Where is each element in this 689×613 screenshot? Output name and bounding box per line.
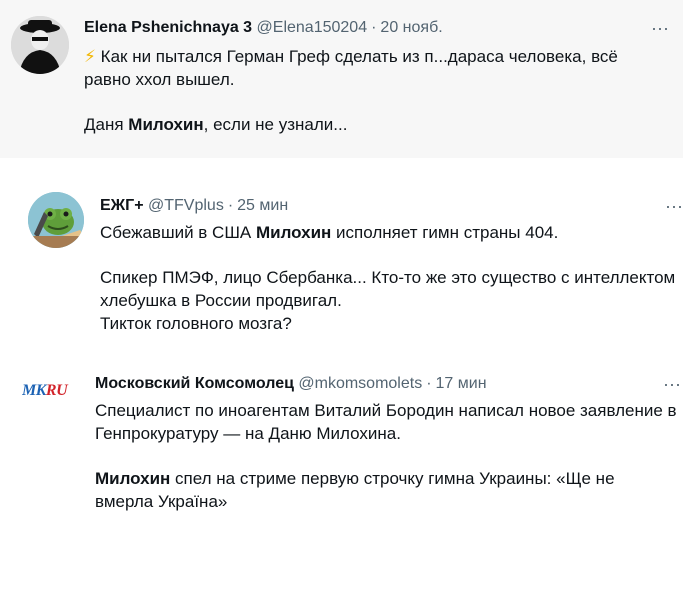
frog-avatar-icon <box>28 192 84 248</box>
author-handle[interactable]: @TFVplus <box>148 197 224 214</box>
tweet-header: ЕЖГ+ @TFVplus · 25 мин <box>100 196 288 216</box>
tweet-1[interactable]: Elena Pshenichnaya 3 @Elena150204 · 20 ноя… <box>0 0 683 158</box>
tweet-text: Сбежавший в США Милохин исполняет гимн с… <box>100 221 689 335</box>
author-handle[interactable]: @mkomsomolets <box>298 375 422 392</box>
tweet-text-part: , если не узнали... <box>203 115 348 134</box>
highlighted-keyword: Милохин <box>95 469 171 488</box>
mk-logo-icon: MKRU <box>22 382 68 399</box>
author-name[interactable]: Московский Комсомолец <box>95 375 294 392</box>
author-name[interactable]: Elena Pshenichnaya 3 <box>84 19 252 36</box>
tweet-3[interactable]: MKRU Московский Комсомолец @mkomsomolets… <box>0 360 689 550</box>
timestamp[interactable]: 25 мин <box>237 197 288 214</box>
tweet-line: равно ххол вышел. <box>84 70 235 89</box>
separator-dot: · <box>371 19 377 36</box>
tweet-header: Московский Комсомолец @mkomsomolets · 17 м… <box>95 374 487 394</box>
timestamp[interactable]: 20 нояб. <box>380 19 442 36</box>
tweet-2[interactable]: ЕЖГ+ @TFVplus · 25 мин ··· Сбежавший в США… <box>0 180 689 350</box>
highlighted-keyword: Милохин <box>255 223 332 242</box>
author-name[interactable]: ЕЖГ+ <box>100 197 144 214</box>
separator-dot: · <box>426 375 432 392</box>
tweet-line: хлебушка в России продвигал. <box>100 291 342 310</box>
more-options-icon[interactable]: ··· <box>650 18 670 38</box>
tweet-line: вмерла Україна» <box>95 492 228 511</box>
more-options-icon[interactable]: ··· <box>664 196 684 216</box>
tweet-text-part: Даня <box>84 115 129 134</box>
separator-dot: · <box>227 197 234 214</box>
author-handle[interactable]: @Elena150204 <box>257 19 368 36</box>
tweet-text-part: исполняет гимн страны 404. <box>331 223 559 242</box>
avatar[interactable] <box>28 192 84 248</box>
tweet-header: Elena Pshenichnaya 3 @Elena150204 · 20 ноя… <box>84 18 443 38</box>
tweet-line: Спикер ПМЭФ, лицо Сбербанка... Кто-то же… <box>100 268 676 287</box>
tweet-line: Генпрокуратуру — на Даню Милохина. <box>95 424 401 443</box>
tweet-text: Специалист по иноагентам Виталий Бородин… <box>95 399 689 513</box>
highlighted-keyword: Милохин <box>128 115 204 134</box>
tweet-text: ⚡ Как ни пытался Герман Греф сделать из … <box>84 45 618 136</box>
user-avatar-icon <box>11 16 69 74</box>
more-options-icon[interactable]: ··· <box>662 374 682 394</box>
tweet-text-part: Сбежавший в США <box>100 223 256 242</box>
tweet-line: Тикток головного мозга? <box>100 314 292 333</box>
lightning-icon: ⚡ <box>84 47 96 66</box>
avatar[interactable] <box>11 16 69 74</box>
tweet-line: Как ни пытался Герман Греф сделать из п.… <box>100 47 618 66</box>
timestamp[interactable]: 17 мин <box>436 375 487 392</box>
avatar[interactable]: MKRU <box>22 382 80 412</box>
tweet-line: Специалист по иноагентам Виталий Бородин… <box>95 401 677 420</box>
tweet-text-part: спел на стриме первую строчку гимна Укра… <box>170 469 615 488</box>
